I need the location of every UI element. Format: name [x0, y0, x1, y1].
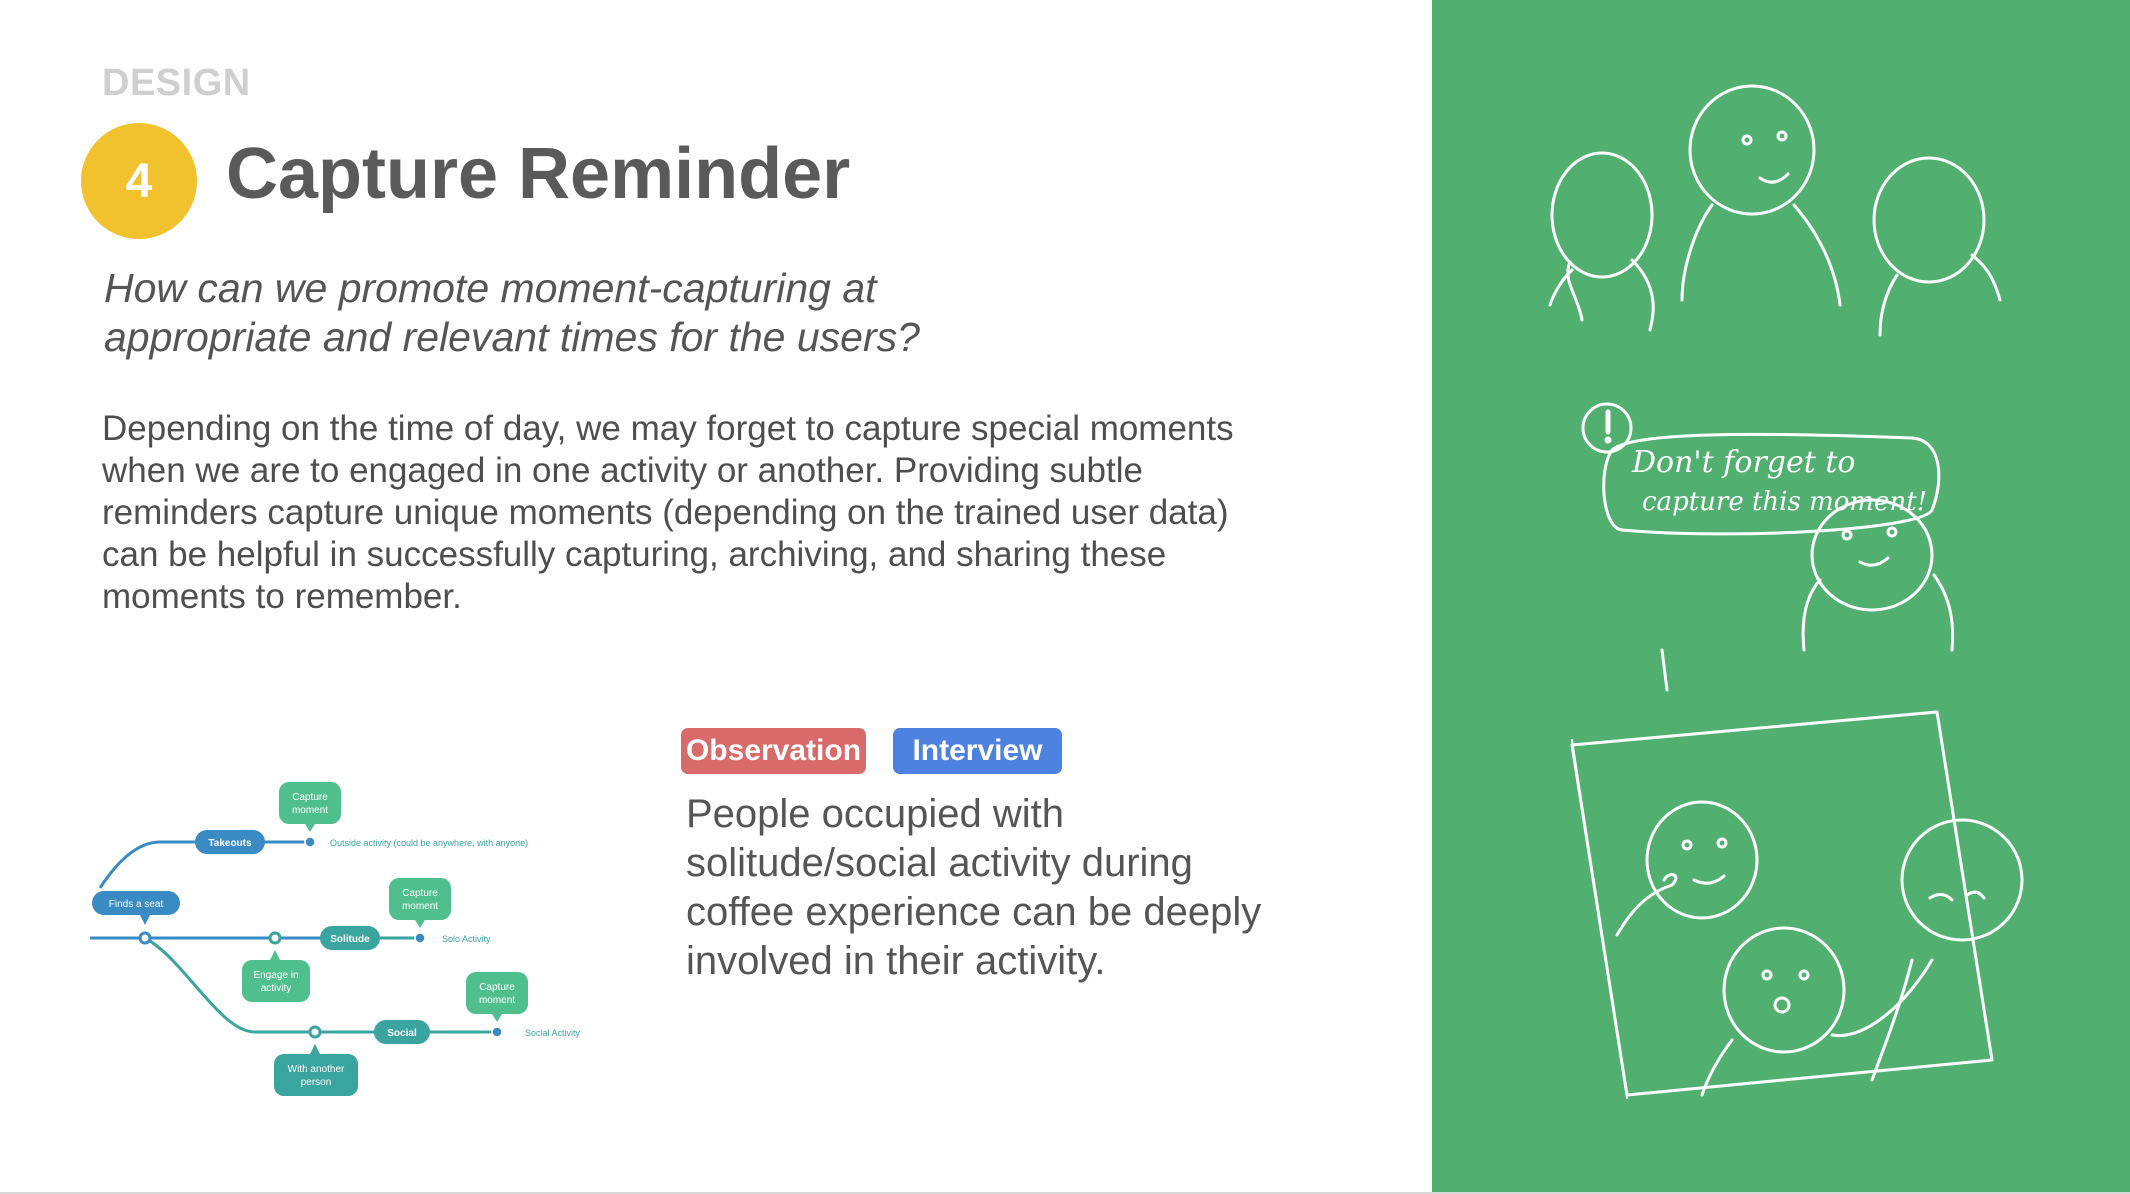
- speech-bubble-line-1: Don't forget to: [1631, 445, 1855, 480]
- engage-node: [268, 931, 282, 945]
- engage-bubble: [242, 960, 310, 1002]
- solitude-label: Solitude: [330, 934, 370, 945]
- finds-seat-node: [138, 931, 152, 945]
- research-question: How can we promote moment-capturing at a…: [104, 265, 920, 360]
- page-title: Capture Reminder: [226, 134, 851, 214]
- storyboard-sketch: Don't forget to capture this moment!: [1548, 84, 2024, 1099]
- section-label: DESIGN: [102, 62, 251, 104]
- capture-bubble-2: [389, 878, 451, 920]
- solo-capture-node: [414, 932, 426, 944]
- speech-bubble-line-2: capture this moment!: [1642, 487, 1927, 517]
- finds-seat-label: Finds a seat: [109, 899, 164, 910]
- storyboard-panel: Don't forget to capture this moment!: [1432, 0, 2130, 1192]
- capture-bubble-1: [279, 782, 341, 824]
- social-activity-caption: Social Activity: [525, 1028, 581, 1038]
- social-capture-node: [491, 1026, 503, 1038]
- step-number-badge: 4: [81, 123, 197, 239]
- interview-tag: Interview: [893, 728, 1062, 774]
- slide: DESIGN 4 Capture Reminder How can we pro…: [0, 0, 2130, 1194]
- finding-text: People occupied with solitude/social act…: [686, 792, 1262, 983]
- capture-bubble-3: [466, 972, 528, 1014]
- with-person-node: [308, 1025, 322, 1039]
- body-paragraph: Depending on the time of day, we may for…: [102, 409, 1234, 616]
- outside-capture-node: [304, 836, 316, 848]
- social-label: Social: [387, 1028, 417, 1039]
- with-person-bubble: [274, 1054, 358, 1096]
- user-flow-diagram: Takeouts Finds a seat Solitude Social Ca…: [90, 782, 581, 1096]
- solo-activity-caption: Solo Activity: [442, 934, 491, 944]
- outside-activity-caption: Outside activity (could be anywhere, wit…: [330, 838, 528, 848]
- flow-line-social: [144, 936, 500, 1034]
- scene-photo: [1570, 710, 2024, 1099]
- takeouts-label: Takeouts: [208, 838, 252, 849]
- scene-group-figures: [1548, 84, 2002, 337]
- observation-tag: Observation: [681, 728, 866, 774]
